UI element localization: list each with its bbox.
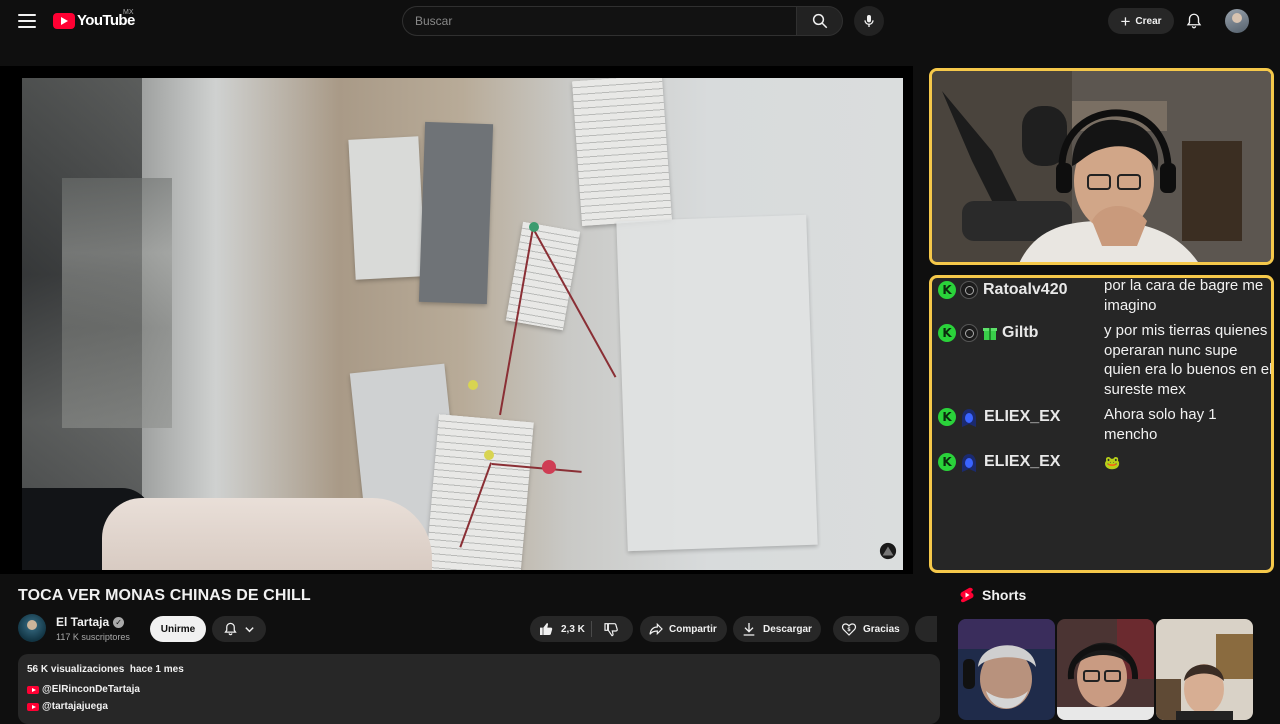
channel-link[interactable]: @tartajajuega bbox=[42, 701, 108, 712]
chat-message: K ELIEX_EX bbox=[938, 453, 1096, 473]
kick-badge-icon: K bbox=[938, 324, 956, 342]
shorts-title: Shorts bbox=[982, 587, 1027, 603]
short-thumbnail-image bbox=[1057, 619, 1154, 720]
chat-text: y por mis tierras quienes operaran nunc … bbox=[1104, 322, 1273, 398]
like-button[interactable]: 2,3 K bbox=[530, 621, 592, 637]
bell-icon bbox=[1186, 13, 1202, 29]
notifications-button[interactable] bbox=[1184, 10, 1204, 32]
webcam-overlay bbox=[929, 68, 1274, 265]
chat-text: por la cara de bagre me imagino bbox=[1104, 277, 1264, 314]
channel-name-row[interactable]: El Tartaja ✓ bbox=[56, 615, 125, 629]
youtube-logo[interactable]: YouTube MX bbox=[53, 9, 135, 29]
green-pin bbox=[529, 222, 539, 232]
account-avatar[interactable] bbox=[1225, 9, 1249, 33]
streamer-webcam-image bbox=[932, 71, 1271, 262]
short-thumbnail-image bbox=[958, 619, 1055, 720]
yellow-pin bbox=[484, 450, 494, 460]
share-button[interactable]: Compartir bbox=[640, 616, 727, 642]
chat-text: Ahora solo hay 1 mencho bbox=[1104, 406, 1217, 443]
create-label: Crear bbox=[1135, 15, 1162, 27]
chat-overlay: K Ratoalv420 por la cara de bagre me ima… bbox=[929, 275, 1274, 573]
kick-badge-icon: K bbox=[938, 453, 956, 471]
top-bar: YouTube MX + Crear bbox=[0, 0, 1280, 42]
svg-text:$: $ bbox=[847, 627, 851, 633]
chat-message: K Ratoalv420 bbox=[938, 281, 1095, 299]
share-label: Compartir bbox=[669, 623, 717, 635]
upload-date: hace 1 mes bbox=[129, 664, 184, 675]
channel-name[interactable]: El Tartaja bbox=[56, 615, 109, 629]
red-pin bbox=[542, 460, 556, 474]
create-button[interactable]: + Crear bbox=[1108, 8, 1174, 34]
thumbs-down-icon bbox=[604, 623, 618, 637]
like-dislike-group: 2,3 K bbox=[530, 616, 633, 642]
like-count: 2,3 K bbox=[561, 623, 585, 635]
pinned-paper bbox=[348, 136, 426, 280]
search-input[interactable] bbox=[402, 6, 797, 36]
chat-username: ELIEX_EX bbox=[984, 453, 1061, 470]
video-hand bbox=[102, 498, 432, 570]
description-link[interactable]: @ElRinconDeTartaja bbox=[27, 684, 140, 695]
shorts-icon bbox=[960, 587, 974, 603]
ghost-icon bbox=[962, 454, 976, 472]
pinned-map bbox=[616, 214, 818, 552]
chat-username: Ratoalv420 bbox=[983, 281, 1068, 298]
kick-badge-icon: K bbox=[938, 281, 956, 299]
download-button[interactable]: Descargar bbox=[733, 616, 821, 642]
video-background-books bbox=[62, 178, 172, 428]
short-thumbnail[interactable] bbox=[1156, 619, 1253, 720]
channel-avatar[interactable] bbox=[18, 614, 46, 642]
search-button[interactable] bbox=[796, 6, 843, 36]
microphone-icon bbox=[864, 15, 874, 27]
thumbs-up-icon bbox=[540, 623, 553, 635]
chat-emote: 🐸 bbox=[1104, 455, 1121, 470]
chat-message: K Giltb bbox=[938, 324, 1092, 342]
subscription-notifications-button[interactable] bbox=[212, 616, 266, 642]
bell-icon bbox=[224, 622, 237, 636]
channel-link[interactable]: @ElRinconDeTartaja bbox=[42, 684, 140, 695]
description-box[interactable]: 56 K visualizaciones hace 1 mes @ElRinco… bbox=[18, 654, 940, 724]
youtube-mini-icon bbox=[27, 685, 39, 694]
short-thumbnail-image bbox=[1156, 619, 1253, 720]
video-player[interactable] bbox=[0, 66, 913, 574]
thanks-heart-icon: $ bbox=[841, 623, 857, 636]
verified-icon: ✓ bbox=[113, 616, 125, 628]
pinned-note bbox=[572, 78, 672, 226]
dislike-button[interactable] bbox=[592, 621, 619, 637]
chevron-down-icon bbox=[245, 626, 254, 632]
view-count: 56 K visualizaciones bbox=[27, 664, 125, 675]
search-icon bbox=[812, 13, 827, 29]
download-label: Descargar bbox=[763, 623, 812, 635]
user-icon bbox=[960, 281, 978, 299]
user-icon bbox=[960, 324, 978, 342]
thanks-label: Gracias bbox=[863, 623, 900, 635]
country-code: MX bbox=[123, 9, 134, 16]
gift-badge-icon bbox=[983, 328, 997, 340]
youtube-mini-icon bbox=[27, 702, 39, 711]
thanks-button[interactable]: $ Gracias bbox=[833, 616, 909, 642]
yellow-pin bbox=[468, 380, 478, 390]
voice-search-button[interactable] bbox=[854, 6, 884, 36]
short-thumbnail[interactable] bbox=[1057, 619, 1154, 720]
kick-badge-icon: K bbox=[938, 408, 956, 426]
pinned-photo bbox=[418, 121, 494, 305]
download-icon bbox=[743, 623, 755, 636]
shorts-header: Shorts bbox=[960, 587, 1026, 603]
chat-username: Giltb bbox=[1002, 324, 1039, 341]
share-icon bbox=[649, 622, 663, 636]
menu-icon[interactable] bbox=[16, 11, 38, 31]
description-meta: 56 K visualizaciones hace 1 mes bbox=[27, 664, 184, 675]
youtube-play-icon bbox=[53, 12, 75, 29]
more-actions-button[interactable] bbox=[915, 616, 937, 642]
chat-message: K ELIEX_EX bbox=[938, 408, 1096, 428]
video-title: TOCA VER MONAS CHINAS DE CHILL bbox=[18, 587, 311, 604]
video-frame[interactable] bbox=[22, 78, 903, 570]
join-button[interactable]: Unirme bbox=[150, 616, 206, 642]
subscriber-count: 117 K suscriptores bbox=[56, 632, 130, 642]
plus-icon: + bbox=[1120, 11, 1131, 31]
short-thumbnail[interactable] bbox=[958, 619, 1055, 720]
description-link[interactable]: @tartajajuega bbox=[27, 701, 108, 712]
chat-username: ELIEX_EX bbox=[984, 408, 1061, 425]
ghost-icon bbox=[962, 409, 976, 427]
channel-watermark-icon[interactable] bbox=[879, 542, 897, 560]
